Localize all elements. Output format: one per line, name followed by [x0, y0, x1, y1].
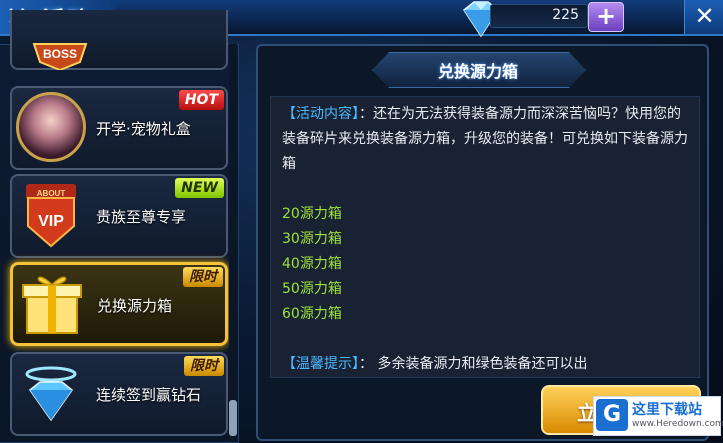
add-diamonds-button[interactable]: + [588, 2, 624, 32]
halo-diamond-icon [25, 366, 77, 422]
new-badge: NEW [175, 178, 224, 198]
watermark-url: www.Heredown.com [632, 419, 723, 429]
watermark-logo-icon: G [596, 399, 628, 431]
activity-item-exchange-box[interactable]: 限时 兑换源力箱 [10, 262, 228, 346]
close-button[interactable]: ✕ [684, 0, 723, 34]
activity-list-scrollbar[interactable] [229, 44, 237, 441]
activity-item-vip[interactable]: ABOUT VIP NEW 贵族至尊专享 [10, 174, 228, 258]
activity-item-signin-diamond[interactable]: 限时 连续签到赢钻石 [10, 352, 228, 436]
content-heading: 【活动内容】 [282, 106, 359, 122]
watermark: G 这里下载站 www.Heredown.com [593, 396, 723, 436]
activity-item-pet-giftbox[interactable]: HOT 开学·宠物礼盒 [10, 86, 228, 170]
tip-paragraph: 【温馨提示】： 多余装备源力和绿色装备还可以出 [282, 352, 692, 377]
hot-badge: HOT [178, 90, 224, 110]
tip-heading: 【温馨提示】 [282, 356, 359, 372]
content-paragraph: 【活动内容】：还在为无法获得装备源力而深深苦恼吗？快用您的装备碎片来兑换装备源力… [282, 102, 692, 177]
reward-item: 60源力箱 [282, 306, 342, 322]
limited-time-badge: 限时 [183, 267, 223, 287]
reward-item: 40源力箱 [282, 256, 342, 272]
activity-label: 连续签到赢钻石 [96, 386, 202, 404]
activity-label: 贵族至尊专享 [96, 208, 187, 226]
activity-label: 开学·宠物礼盒 [96, 120, 191, 138]
detail-content: 【活动内容】：还在为无法获得装备源力而深深苦恼吗？快用您的装备碎片来兑换装备源力… [282, 102, 692, 377]
gift-box-icon [22, 276, 82, 334]
heroine-avatar-icon [16, 92, 86, 162]
diamond-balance: 225 [490, 4, 588, 28]
tip-text: ： 多余装备源力和绿色装备还可以出 [359, 356, 588, 372]
limited-time-badge: 限时 [184, 356, 224, 376]
vip-shield-icon: ABOUT VIP [26, 184, 76, 248]
activity-item-boss[interactable]: BOSS [10, 10, 228, 70]
detail-title: 兑换源力箱 [437, 62, 518, 81]
diamond-count: 225 [552, 7, 579, 23]
scroll-thumb[interactable] [229, 400, 237, 436]
reward-item: 50源力箱 [282, 281, 342, 297]
activity-label: 兑换源力箱 [97, 297, 173, 315]
vip-about-text: ABOUT [37, 189, 66, 198]
reward-item: 30源力箱 [282, 231, 342, 247]
boss-emblem-icon: BOSS [32, 43, 88, 70]
watermark-title: 这里下载站 [632, 402, 702, 418]
vip-text: VIP [38, 213, 64, 230]
reward-item: 20源力箱 [282, 206, 342, 222]
boss-label: BOSS [43, 47, 77, 61]
